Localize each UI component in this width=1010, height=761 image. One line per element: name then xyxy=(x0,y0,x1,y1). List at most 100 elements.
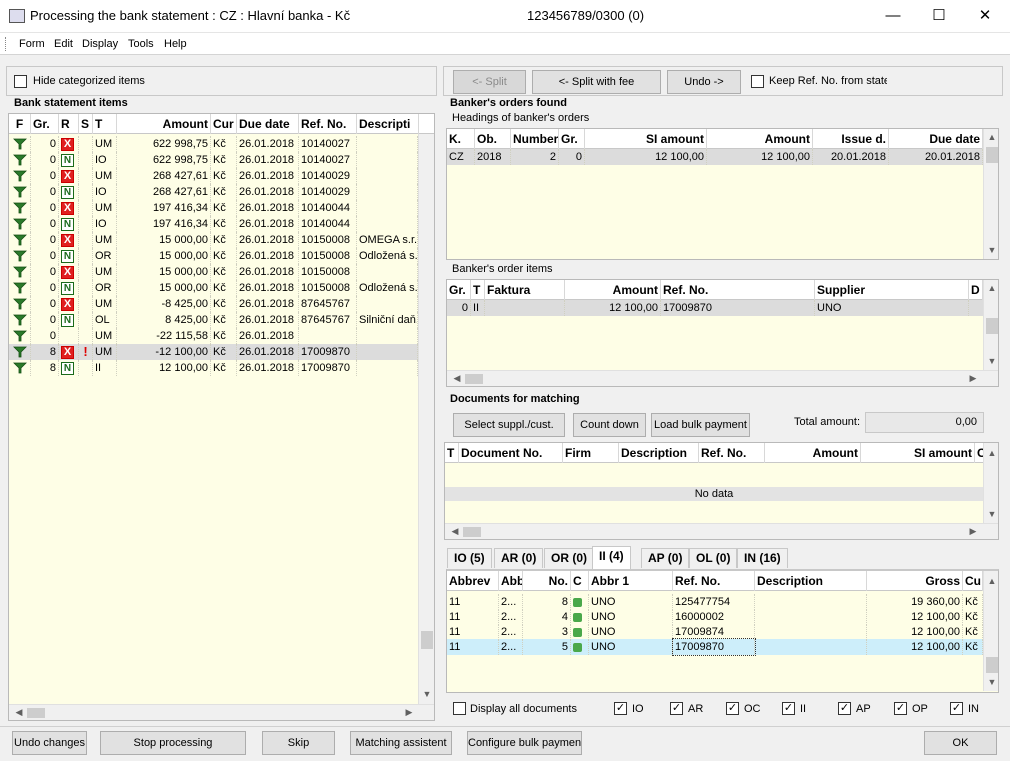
table-row[interactable]: 0 N OR 15 000,00 Kč 26.01.2018 10150008 Odložen… xyxy=(9,280,418,296)
scroll-left-arrow-icon[interactable]: ◀ xyxy=(449,373,465,384)
load-bulk-payment-button[interactable]: Load bulk payment xyxy=(651,413,750,437)
table-row[interactable]: 0 X UM 197 416,34 Kč 26.01.2018 10140044 xyxy=(9,200,418,216)
scroll-right-arrow-icon[interactable]: ▶ xyxy=(965,526,981,537)
vscroll-thumb[interactable] xyxy=(986,657,998,673)
table-row[interactable]: 0 X UM -8 425,00 Kč 26.01.2018 87645767 xyxy=(9,296,418,312)
col-gr[interactable]: Gr. xyxy=(559,129,585,149)
split-button[interactable]: <- Split xyxy=(453,70,526,94)
split-with-fee-button[interactable]: <- Split with fee xyxy=(532,70,661,94)
scroll-up-arrow-icon[interactable]: ▲ xyxy=(984,283,998,293)
hide-categorized-checkbox[interactable] xyxy=(14,75,27,88)
table-row[interactable]: 11 2... 8 UNO 125477754 19 360,00 Kč xyxy=(447,594,983,610)
table-row[interactable]: 0 N IO 622 998,75 Kč 26.01.2018 10140027 xyxy=(9,152,418,168)
close-button[interactable]: ✕ xyxy=(962,0,1008,32)
col-gr[interactable]: Gr. xyxy=(31,114,59,134)
table-row[interactable]: 0 X UM 268 427,61 Kč 26.01.2018 10140029 xyxy=(9,168,418,184)
undo-changes-button[interactable]: Undo changes xyxy=(12,731,87,755)
col-c[interactable]: C xyxy=(571,571,589,591)
table-row[interactable]: 11 2... 5 UNO 17009870 12 100,00 Kč xyxy=(447,638,983,656)
count-down-button[interactable]: Count down xyxy=(573,413,646,437)
col-ref-no[interactable]: Ref. No. xyxy=(661,280,815,300)
filter-checkbox-io[interactable] xyxy=(614,702,627,715)
col-description[interactable]: Description xyxy=(619,443,699,463)
table-row[interactable]: 11 2... 3 UNO 17009874 12 100,00 Kč xyxy=(447,624,983,640)
scroll-right-arrow-icon[interactable]: ▶ xyxy=(965,373,981,384)
col-t[interactable]: T xyxy=(445,443,459,463)
col-t[interactable]: T xyxy=(93,114,117,134)
filter-checkbox-op[interactable] xyxy=(894,702,907,715)
tab-documents-vscroll[interactable]: ▲ ▼ xyxy=(983,571,998,691)
col-no[interactable]: No. xyxy=(523,571,571,591)
col-cur[interactable]: Cur xyxy=(211,114,237,134)
scroll-down-arrow-icon[interactable]: ▼ xyxy=(984,509,998,519)
col-description[interactable]: Description xyxy=(755,571,867,591)
col-ob[interactable]: Ob. xyxy=(475,129,511,149)
tab-io[interactable]: IO (5) xyxy=(447,548,492,568)
col-t[interactable]: T xyxy=(471,280,485,300)
matching-assistent-button[interactable]: Matching assistent xyxy=(350,731,452,755)
hscroll-thumb[interactable] xyxy=(465,374,483,384)
headings-vscroll[interactable]: ▲ ▼ xyxy=(983,129,998,259)
scroll-down-arrow-icon[interactable]: ▼ xyxy=(984,677,998,687)
scroll-up-arrow-icon[interactable]: ▲ xyxy=(984,576,998,586)
col-cu[interactable]: Cu xyxy=(963,571,983,591)
undo-button[interactable]: Undo -> xyxy=(667,70,741,94)
filter-checkbox-in[interactable] xyxy=(950,702,963,715)
tab-ii[interactable]: II (4) xyxy=(592,546,631,569)
filter-checkbox-ar[interactable] xyxy=(670,702,683,715)
table-row[interactable]: 0 X UM 622 998,75 Kč 26.01.2018 10140027 xyxy=(9,136,418,152)
col-due-date[interactable]: Due date xyxy=(237,114,299,134)
col-ref-no[interactable]: Ref. No. xyxy=(699,443,765,463)
menu-help[interactable]: Help xyxy=(164,38,187,50)
table-row[interactable]: 0 X UM 15 000,00 Kč 26.01.2018 10150008 xyxy=(9,264,418,280)
tab-documents-grid[interactable]: Abbrev Abb No. C Abbr 1 Ref. No. Descrip… xyxy=(446,569,999,693)
configure-bulk-payment-button[interactable]: Configure bulk payment xyxy=(467,731,582,755)
tab-ar[interactable]: AR (0) xyxy=(494,548,544,568)
col-ref-no[interactable]: Ref. No. xyxy=(299,114,357,134)
scroll-down-arrow-icon[interactable]: ▼ xyxy=(984,245,998,255)
col-s[interactable]: S xyxy=(79,114,93,134)
col-gr[interactable]: Gr. xyxy=(447,280,471,300)
col-issue-date[interactable]: Issue d. xyxy=(813,129,889,149)
table-row[interactable]: 8 N II 12 100,00 Kč 26.01.2018 17009870 xyxy=(9,360,418,376)
bank-items-hscroll[interactable]: ◀ ▶ xyxy=(9,704,434,720)
documents-vscroll[interactable]: ▲ ▼ xyxy=(983,443,998,523)
vscroll-thumb[interactable] xyxy=(986,147,998,163)
filter-checkbox-ii[interactable] xyxy=(782,702,795,715)
tab-in[interactable]: IN (16) xyxy=(737,548,788,568)
bank-items-vscroll[interactable]: ▼ xyxy=(418,134,434,704)
col-number[interactable]: Number xyxy=(511,129,559,149)
table-row[interactable]: 0 N IO 268 427,61 Kč 26.01.2018 10140029 xyxy=(9,184,418,200)
col-abbr1[interactable]: Abbr 1 xyxy=(589,571,673,591)
display-all-checkbox[interactable] xyxy=(453,702,466,715)
col-abb[interactable]: Abb xyxy=(499,571,523,591)
documents-hscroll[interactable]: ◀ ▶ xyxy=(445,523,998,539)
table-row[interactable]: 0 N IO 197 416,34 Kč 26.01.2018 10140044 xyxy=(9,216,418,232)
scroll-down-arrow-icon[interactable]: ▼ xyxy=(984,356,998,366)
col-firm[interactable]: Firm xyxy=(563,443,619,463)
hscroll-thumb[interactable] xyxy=(27,708,45,718)
vscroll-thumb[interactable] xyxy=(421,631,433,649)
col-description[interactable]: Descripti xyxy=(357,114,419,134)
tab-or[interactable]: OR (0) xyxy=(544,548,594,568)
col-abbrev[interactable]: Abbrev xyxy=(447,571,499,591)
col-amount[interactable]: Amount xyxy=(765,443,861,463)
tab-ol[interactable]: OL (0) xyxy=(689,548,738,568)
table-row[interactable]: 0 N OR 15 000,00 Kč 26.01.2018 10150008 Odložen… xyxy=(9,248,418,264)
col-si-amount[interactable]: SI amount xyxy=(861,443,975,463)
table-row[interactable]: 0 N OL 8 425,00 Kč 26.01.2018 87645767 Silniční… xyxy=(9,312,418,328)
menu-edit[interactable]: Edit xyxy=(54,38,73,50)
scroll-right-arrow-icon[interactable]: ▶ xyxy=(401,707,417,718)
order-items-vscroll[interactable]: ▲ ▼ xyxy=(983,280,998,370)
tab-ap[interactable]: AP (0) xyxy=(641,548,690,568)
col-gross[interactable]: Gross xyxy=(867,571,963,591)
order-items-hscroll[interactable]: ◀ ▶ xyxy=(447,370,998,386)
menu-display[interactable]: Display xyxy=(82,38,118,50)
table-row[interactable]: CZ 2018 2 0 12 100,00 12 100,00 20.01.20… xyxy=(447,149,983,165)
scroll-left-arrow-icon[interactable]: ◀ xyxy=(11,707,27,718)
table-row[interactable]: 0 UM -22 115,58 Kč 26.01.2018 xyxy=(9,328,418,344)
filter-checkbox-oc[interactable] xyxy=(726,702,739,715)
scroll-up-arrow-icon[interactable]: ▲ xyxy=(984,448,998,458)
col-supplier[interactable]: Supplier xyxy=(815,280,969,300)
skip-button[interactable]: Skip xyxy=(262,731,335,755)
